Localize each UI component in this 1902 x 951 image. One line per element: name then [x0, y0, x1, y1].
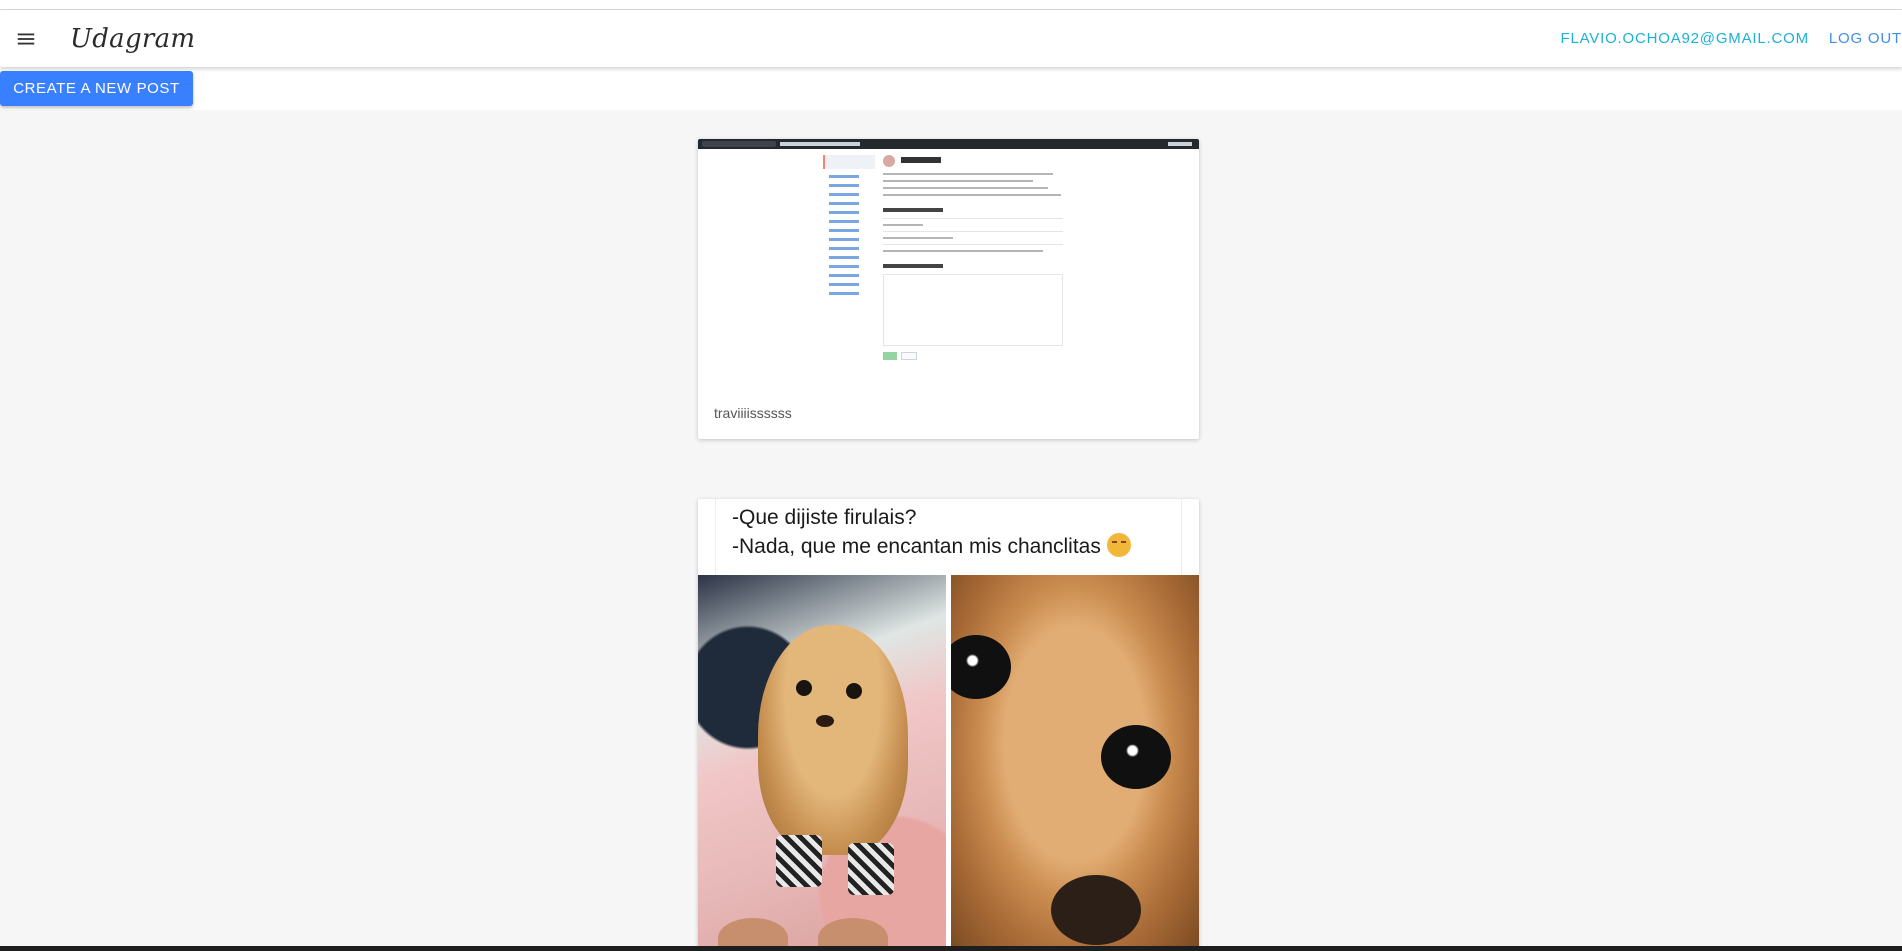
user-email-link[interactable]: FLAVIO.OCHOA92@GMAIL.COM: [1561, 30, 1809, 47]
dog-closeup-nose: [1051, 875, 1141, 945]
screenshot-text-line: [883, 173, 1053, 175]
screenshot-text-line: [883, 194, 1061, 196]
screenshot-heading: [883, 208, 943, 212]
menu-button[interactable]: [2, 15, 50, 63]
dog-eye: [846, 683, 862, 699]
screenshot-sidebar-line: [829, 265, 859, 268]
screenshot-app-avatar: [883, 155, 895, 167]
screenshot-sidebar-line: [829, 247, 859, 250]
meme-line-with-emoji: -Nada, que me encantan mis chanclitas: [732, 532, 1181, 561]
screenshot-divider: [883, 218, 1063, 219]
screenshot-title: [901, 157, 941, 163]
screenshot-sidebar: [823, 155, 875, 301]
logout-link[interactable]: LOG OUT: [1829, 30, 1902, 47]
smirking-face-icon: [1106, 533, 1131, 557]
meme-line: -Que dijiste firulais?: [732, 506, 917, 529]
screenshot-sidebar-line: [829, 256, 859, 259]
screenshot-sidebar-head: [823, 155, 875, 169]
sandal: [848, 843, 894, 895]
post-feed: traviiiissssss -Que dijiste firulais? -N…: [698, 139, 1199, 950]
dog-closeup-eye: [951, 635, 1011, 699]
screenshot-text-line: [883, 180, 1033, 182]
screenshot-topbar: [698, 139, 1199, 149]
post-card: -Que dijiste firulais? -Nada, que me enc…: [698, 499, 1199, 950]
screenshot-sidebar-line: [829, 274, 859, 277]
screenshot-save-button: [883, 352, 897, 360]
app-toolbar: Udagram FLAVIO.OCHOA92@GMAIL.COM LOG OUT: [0, 10, 1902, 67]
screenshot-text-line: [883, 237, 953, 239]
screenshot-sidebar-line: [829, 211, 859, 214]
screenshot-sidebar-line: [829, 220, 859, 223]
screenshot-text-line: [883, 224, 923, 226]
screenshot-options-box: [883, 274, 1063, 346]
window-top-strip: [0, 0, 1902, 10]
screenshot-divider: [883, 244, 1063, 245]
post-card: traviiiissssss: [698, 139, 1199, 439]
screenshot-heading: [883, 264, 943, 268]
screenshot-nav: [780, 142, 860, 146]
screenshot-sidebar-line: [829, 292, 859, 295]
screenshot-sidebar-line: [829, 175, 859, 178]
sandal: [776, 835, 822, 887]
screenshot-sidebar-line: [829, 193, 859, 196]
screenshot-search: [702, 141, 776, 147]
screenshot-sidebar-line: [829, 283, 859, 286]
meme-line: -Nada, que me encantan mis chanclitas: [732, 535, 1101, 558]
dog-nose: [816, 715, 834, 727]
post-image: [698, 139, 1199, 393]
dog-photo-right: [951, 575, 1199, 950]
post-caption: traviiiissssss: [714, 405, 792, 421]
create-new-post-button[interactable]: CREATE A NEW POST: [0, 71, 193, 106]
app-logo[interactable]: Udagram: [70, 24, 195, 54]
dog-eye: [796, 680, 812, 696]
dog-closeup-eye: [1101, 725, 1171, 789]
screenshot-main: [883, 155, 1063, 365]
screenshot-sidebar-line: [829, 229, 859, 232]
menu-icon: [17, 33, 35, 44]
screenshot-divider: [883, 231, 1063, 232]
bottom-taskbar: [0, 946, 1902, 951]
screenshot-sidebar-line: [829, 202, 859, 205]
actions-bar: [0, 67, 1902, 110]
screenshot-nav-right: [1168, 142, 1192, 146]
screenshot-sidebar-line: [829, 184, 859, 187]
post-image: -Que dijiste firulais? -Nada, que me enc…: [698, 499, 1199, 950]
screenshot-text-line: [883, 187, 1048, 189]
screenshot-cancel-button: [901, 352, 917, 360]
dog-photo-left: [698, 575, 946, 950]
dog-body: [758, 625, 908, 855]
meme-text: -Que dijiste firulais? -Nada, que me enc…: [715, 499, 1182, 575]
screenshot-sidebar-line: [829, 238, 859, 241]
screenshot-text-line: [883, 250, 1043, 252]
